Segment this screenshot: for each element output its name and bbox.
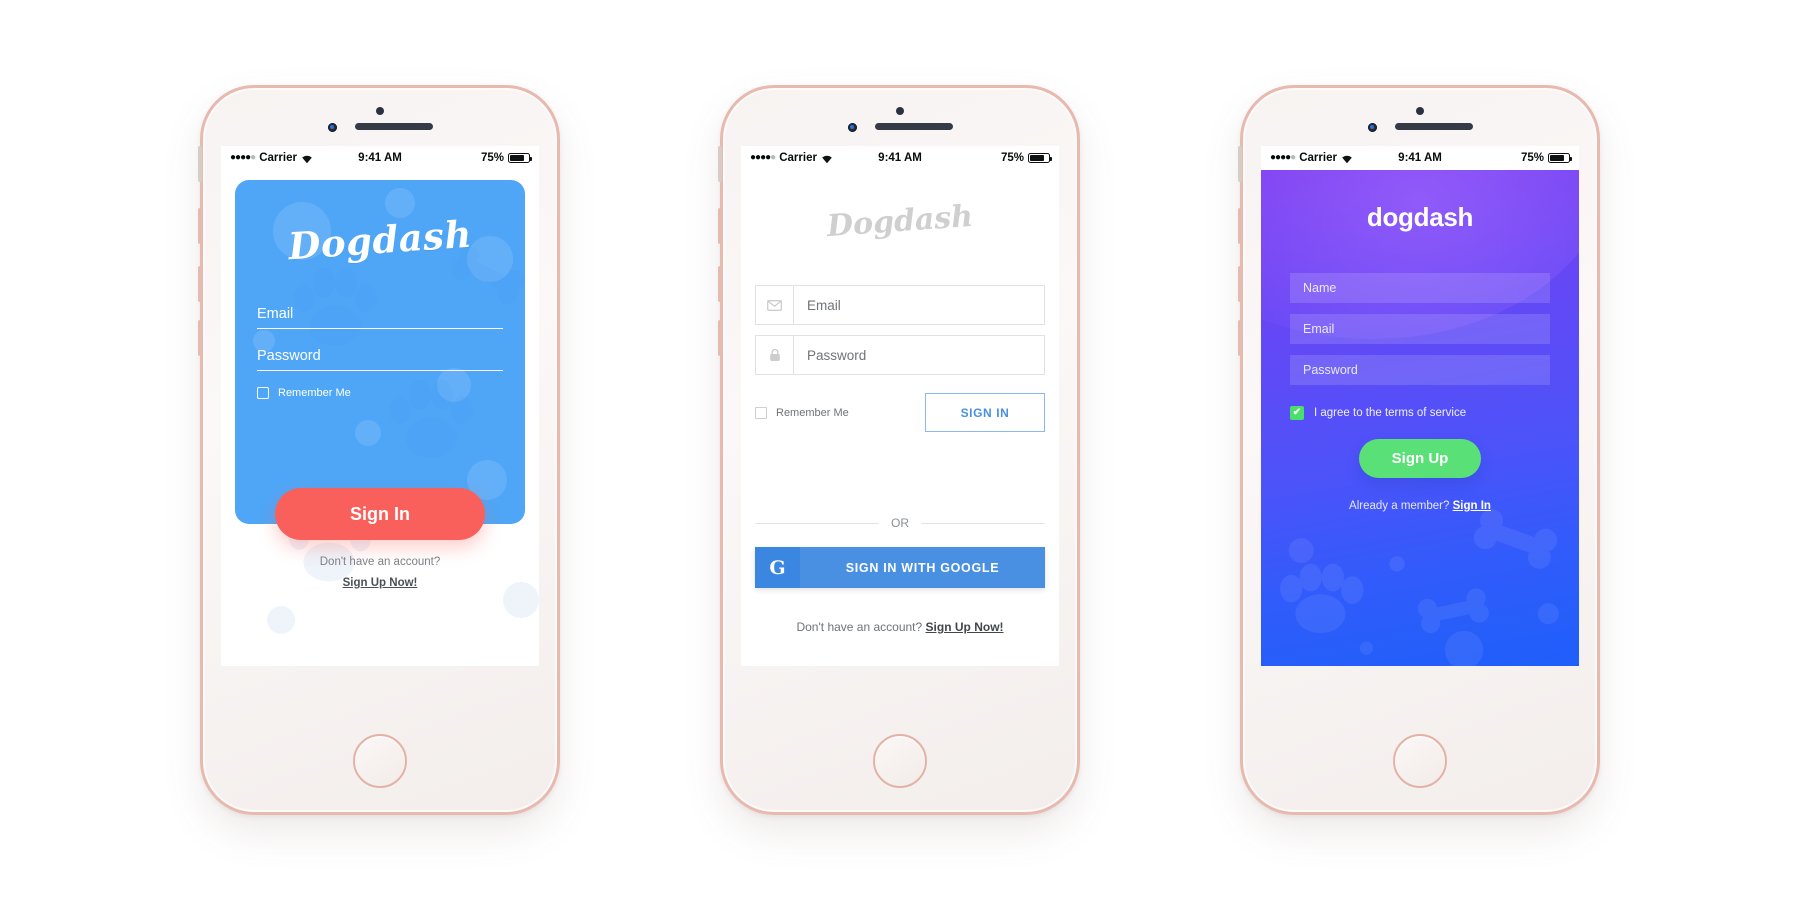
password-input-2[interactable]: Password <box>755 335 1045 375</box>
password-field-1[interactable]: Password <box>257 348 503 371</box>
signin-screen-blue: Dogdash Email Password Remember Me Sign … <box>221 170 539 666</box>
terms-label-3: I agree to the terms of service <box>1314 407 1467 419</box>
status-bar-left: ●●●●● Carrier <box>1270 152 1398 164</box>
signup-footer-2: Don't have an account? Sign Up Now! <box>755 620 1045 634</box>
status-bar-right: 75% <box>1442 152 1573 164</box>
phone-screen-2: ●●●●● Carrier 9:41 AM 75% Dogdash Email … <box>741 146 1059 666</box>
signin-footer-3: Already a member? Sign In <box>1261 500 1579 512</box>
signal-strength-icon: ●●●●● <box>750 152 776 163</box>
or-divider-2: OR <box>755 516 1045 530</box>
status-bar-right: 75% <box>402 152 533 164</box>
google-signin-label: SIGN IN WITH GOOGLE <box>845 560 1000 575</box>
signup-screen-gradient: dogdash Name Email Password ✔ I agree to… <box>1261 170 1579 666</box>
google-signin-button[interactable]: G SIGN IN WITH GOOGLE <box>755 547 1045 588</box>
signup-link-2[interactable]: Sign Up Now! <box>926 620 1004 634</box>
phone-screen-3: ●●●●● Carrier 9:41 AM 75% dogdash Name E… <box>1261 146 1579 666</box>
battery-icon <box>508 153 533 163</box>
front-camera-icon <box>1367 123 1377 132</box>
signup-prompt-1: Don't have an account? <box>319 556 441 568</box>
remember-me-label-1: Remember Me <box>278 387 351 399</box>
status-bar-left: ●●●●● Carrier <box>230 152 358 164</box>
clock-label: 9:41 AM <box>1398 152 1442 164</box>
phone-top-hardware <box>723 122 1077 132</box>
battery-percent-label: 75% <box>480 152 505 164</box>
divider-label: OR <box>891 516 909 530</box>
remember-me-row-1[interactable]: Remember Me <box>257 387 525 399</box>
divider-line-right <box>921 522 1045 524</box>
phone-mockup-2: ●●●●● Carrier 9:41 AM 75% Dogdash Email … <box>718 85 1080 815</box>
home-button-1[interactable] <box>353 734 407 788</box>
app-logo-3: dogdash <box>1366 202 1474 232</box>
signin-screen-white: Dogdash Email Password Remember Me SIGN … <box>741 170 1059 666</box>
carrier-label: Carrier <box>1299 152 1337 164</box>
earpiece-speaker-icon <box>1394 123 1473 130</box>
home-button-2[interactable] <box>873 734 927 788</box>
phone-top-hardware <box>203 122 557 132</box>
status-bar-right: 75% <box>922 152 1053 164</box>
battery-percent-label: 75% <box>1000 152 1025 164</box>
email-placeholder-2: Email <box>807 297 841 313</box>
battery-icon <box>1548 153 1573 163</box>
proximity-sensor-icon <box>1416 107 1424 115</box>
signin-link-3[interactable]: Sign In <box>1453 500 1491 512</box>
front-camera-icon <box>847 123 857 132</box>
terms-checkbox-3[interactable]: ✔ <box>1290 406 1304 420</box>
status-bar-1: ●●●●● Carrier 9:41 AM 75% <box>221 146 539 170</box>
phone-mockup-3: ●●●●● Carrier 9:41 AM 75% dogdash Name E… <box>1238 85 1600 815</box>
remember-me-row-2[interactable]: Remember Me <box>755 406 849 419</box>
clock-label: 9:41 AM <box>358 152 402 164</box>
status-bar-3: ●●●●● Carrier 9:41 AM 75% <box>1261 146 1579 170</box>
remember-me-checkbox-2[interactable] <box>755 406 767 419</box>
signup-button-3[interactable]: Sign Up <box>1359 439 1481 478</box>
earpiece-speaker-icon <box>354 123 433 130</box>
app-logo-2: Dogdash <box>825 198 975 245</box>
envelope-icon <box>756 286 794 324</box>
home-button-3[interactable] <box>1393 734 1447 788</box>
signin-action-row-2: Remember Me SIGN IN <box>755 393 1045 432</box>
proximity-sensor-icon <box>376 107 384 115</box>
carrier-label: Carrier <box>779 152 817 164</box>
divider-line-left <box>755 522 879 524</box>
screenshot-stage: ●●●●● Carrier 9:41 AM 75% Dogdash Email … <box>0 0 1800 900</box>
phone-mockup-1: ●●●●● Carrier 9:41 AM 75% Dogdash Email … <box>198 85 560 815</box>
signin-button-2[interactable]: SIGN IN <box>925 393 1045 432</box>
signin-button-1[interactable]: Sign In <box>275 488 485 540</box>
wifi-icon <box>1341 154 1353 164</box>
signal-strength-icon: ●●●●● <box>1270 152 1296 163</box>
email-field-3[interactable]: Email <box>1290 314 1550 344</box>
remember-me-checkbox-1[interactable] <box>257 387 269 399</box>
earpiece-speaker-icon <box>874 123 953 130</box>
phone-screen-1: ●●●●● Carrier 9:41 AM 75% Dogdash Email … <box>221 146 539 666</box>
clock-label: 9:41 AM <box>878 152 922 164</box>
remember-me-label-2: Remember Me <box>776 406 849 419</box>
battery-percent-label: 75% <box>1520 152 1545 164</box>
phone-top-hardware <box>1243 122 1597 132</box>
email-input-2[interactable]: Email <box>755 285 1045 325</box>
lock-icon <box>756 336 794 374</box>
wifi-icon <box>301 154 313 164</box>
battery-icon <box>1028 153 1053 163</box>
password-placeholder-2: Password <box>807 347 867 363</box>
proximity-sensor-icon <box>896 107 904 115</box>
status-bar-left: ●●●●● Carrier <box>750 152 878 164</box>
signup-footer-1: Don't have an account? Sign Up Now! <box>221 552 539 593</box>
signup-prompt-2: Don't have an account? <box>796 620 923 634</box>
carrier-label: Carrier <box>259 152 297 164</box>
signin-prompt-3: Already a member? <box>1349 500 1450 512</box>
wifi-icon <box>821 154 833 164</box>
signup-link-1[interactable]: Sign Up Now! <box>343 577 418 589</box>
email-field-1[interactable]: Email <box>257 306 503 329</box>
google-g-icon: G <box>755 547 800 588</box>
front-camera-icon <box>327 123 337 132</box>
name-field-3[interactable]: Name <box>1290 273 1550 303</box>
password-field-3[interactable]: Password <box>1290 355 1550 385</box>
status-bar-2: ●●●●● Carrier 9:41 AM 75% <box>741 146 1059 170</box>
terms-row-3[interactable]: ✔ I agree to the terms of service <box>1290 406 1579 420</box>
signal-strength-icon: ●●●●● <box>230 152 256 163</box>
signin-card: Dogdash Email Password Remember Me <box>235 180 525 524</box>
